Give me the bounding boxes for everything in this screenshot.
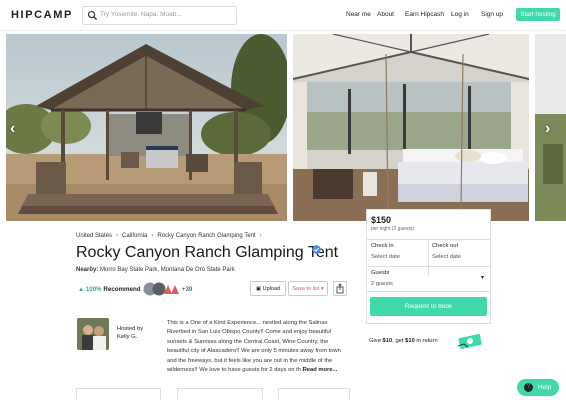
photo-gallery: ‹ › <box>0 34 566 221</box>
nav-log-in[interactable]: Log in <box>451 11 469 18</box>
host-avatar[interactable] <box>77 318 109 350</box>
booking-card: $150 per night (2 guests) Check in Selec… <box>366 209 491 324</box>
guests-label: Guests <box>371 270 390 276</box>
listing-title: Rocky Canyon Ranch Glamping Tent <box>76 244 339 261</box>
hosted-by: Hosted by Kelly G. <box>117 325 143 341</box>
per-night-label: per night (2 guests) <box>371 226 415 232</box>
recommend-label: Recommend <box>103 286 141 293</box>
help-label: Help <box>537 384 552 391</box>
save-to-list-button[interactable]: Save to list ▾ <box>288 281 328 296</box>
referral-middle: , get <box>392 338 404 344</box>
nav-about[interactable]: About <box>377 11 394 18</box>
nearby-label: Nearby: <box>76 267 99 273</box>
nearby-parks: Nearby: Morro Bay State Park, Montana De… <box>76 267 235 273</box>
breadcrumb-listing[interactable]: Rocky Canyon Ranch Glamping Tent <box>157 233 255 239</box>
cash-illustration-icon <box>457 334 482 349</box>
more-recommenders-count[interactable]: +39 <box>182 287 192 293</box>
verified-badge-icon <box>312 245 321 254</box>
referral-prefix: Give <box>369 338 381 344</box>
chevron-right-icon: › <box>259 233 262 239</box>
chevron-right-icon: › <box>116 233 119 239</box>
upload-label: Upload <box>262 286 281 292</box>
thumbs-up-icon: ▲ <box>78 286 85 293</box>
recommend-rating: ▲ 100% Recommend <box>78 286 141 293</box>
nav-earn-hipcash[interactable]: Earn Hipcash <box>405 11 444 18</box>
description-text: This is a One of a Kind Experience... ne… <box>167 320 341 374</box>
read-more-link[interactable]: Read more... <box>303 367 338 373</box>
upload-photo-button[interactable]: ▣ Upload <box>250 281 286 296</box>
gallery-prev-arrow-icon[interactable]: ‹ <box>10 120 15 138</box>
share-button[interactable] <box>333 281 347 296</box>
referral-suffix: in return <box>416 338 438 344</box>
nav-near-me[interactable]: Near me <box>346 11 371 18</box>
search-placeholder: Try Yosemite, Napa, Moab... <box>100 11 182 18</box>
breadcrumb: United States › California › Rocky Canyon Ra… <box>76 233 266 239</box>
hipcamp-logo[interactable]: HIPCAMP <box>11 9 73 21</box>
start-hosting-button[interactable]: Start hosting <box>516 8 560 21</box>
nightly-price: $150 <box>371 215 392 225</box>
chevron-down-icon: ▾ <box>481 275 485 281</box>
search-input[interactable]: Try Yosemite, Napa, Moab... <box>82 6 237 25</box>
breadcrumb-united-states[interactable]: United States <box>76 233 112 239</box>
gallery-photo-gazebo[interactable] <box>6 34 287 221</box>
checkin-value[interactable]: Select date <box>371 254 400 260</box>
top-navbar: HIPCAMP Try Yosemite, Napa, Moab... Near… <box>0 0 566 31</box>
gallery-next-arrow-icon[interactable]: › <box>545 120 550 138</box>
info-card-3 <box>278 388 350 400</box>
share-icon <box>336 283 344 294</box>
breadcrumb-california[interactable]: California <box>122 233 147 239</box>
host-name[interactable]: Kelly G. <box>117 333 143 341</box>
chevron-down-icon: ▾ <box>320 286 324 292</box>
info-card-2 <box>177 388 263 400</box>
hosted-by-label: Hosted by <box>117 326 144 332</box>
recommend-percent: 100% <box>85 286 102 293</box>
checkout-value[interactable]: Select date <box>432 254 461 260</box>
save-label: Save to list <box>292 286 320 292</box>
gallery-photo-tent-interior[interactable] <box>293 34 529 221</box>
help-button[interactable]: ? Help <box>517 379 559 396</box>
request-to-book-button[interactable]: Request to book <box>370 297 487 316</box>
help-icon: ? <box>524 382 533 392</box>
info-card-1 <box>76 388 161 400</box>
referral-get-amount: $10 <box>405 338 415 344</box>
referral-text[interactable]: Give $10, get $10 in return <box>369 338 438 344</box>
checkout-label: Check out <box>432 243 459 249</box>
guests-value[interactable]: 2 guests <box>371 281 393 287</box>
nearby-value: Morro Bay State Park, Montana De Oro Sta… <box>100 267 235 273</box>
nav-sign-up[interactable]: Sign up <box>481 11 503 18</box>
listing-description: This is a One of a Kind Experience... ne… <box>167 319 350 375</box>
referral-give-amount: $10 <box>382 338 393 344</box>
camera-icon: ▣ <box>255 286 262 292</box>
checkin-label: Check in <box>371 243 394 249</box>
search-icon <box>87 10 98 21</box>
chevron-right-icon: › <box>151 233 154 239</box>
gallery-photo-next[interactable] <box>535 34 566 221</box>
